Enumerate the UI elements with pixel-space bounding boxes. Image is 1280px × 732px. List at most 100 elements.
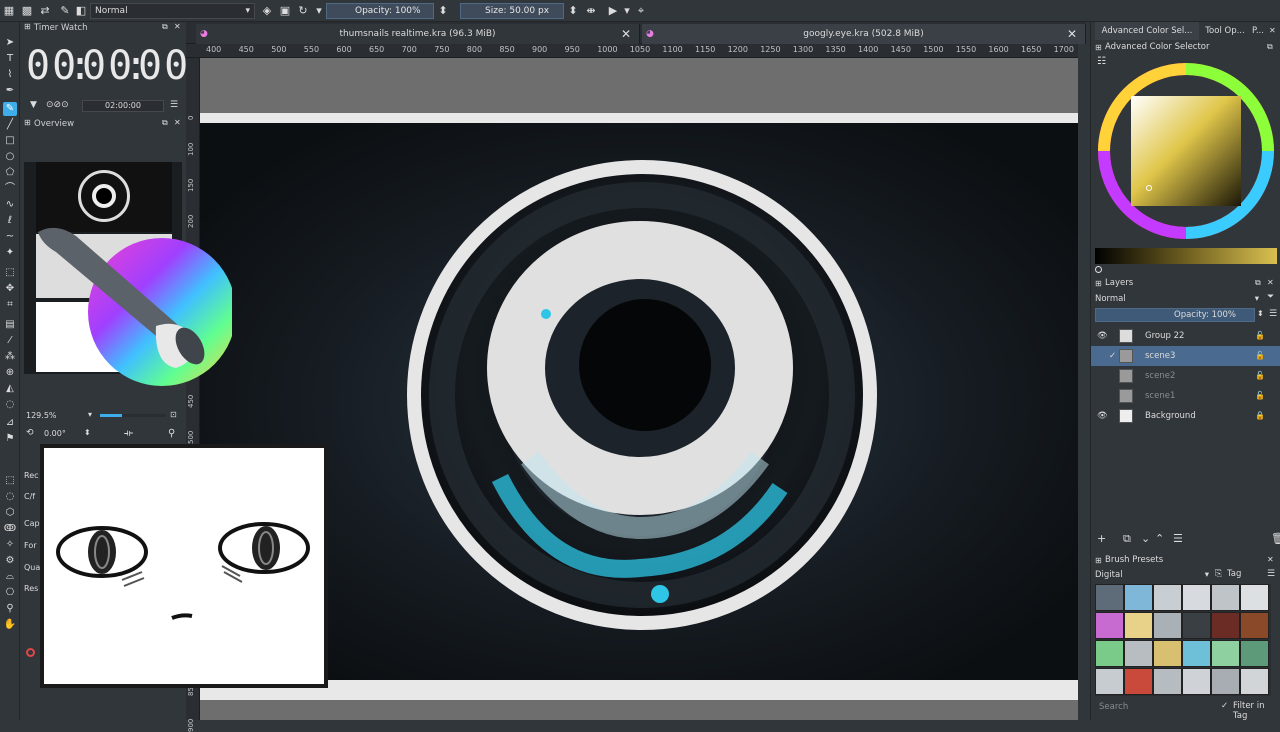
tab-more[interactable]: P... [1251,22,1265,40]
contiguous-select-icon[interactable]: ✧ [3,538,17,552]
swap-colors-icon[interactable]: ⇄ [38,4,52,18]
layer-blend-select[interactable]: Normal ▾ [1095,292,1261,306]
pin-icon[interactable]: ⚲ [168,428,175,439]
preserve-alpha-icon[interactable]: ◧ [74,4,88,18]
brush-preset[interactable] [1211,668,1240,695]
zoom-tool-icon[interactable]: ⚲ [3,602,17,616]
reference-window[interactable] [40,444,328,688]
rect-select-icon[interactable]: ⬚ [3,474,17,488]
assistant-tool-icon[interactable]: ⊕ [3,366,17,380]
crop-tool-icon[interactable]: ⌗ [3,298,17,312]
spinner-icon[interactable]: ⬍ [1257,309,1264,318]
brush-preset[interactable] [1182,640,1211,667]
freehand-select-icon[interactable]: ↂ [3,522,17,536]
close-icon[interactable]: ✕ [1267,278,1274,287]
spinner-icon[interactable]: ⬍ [566,4,580,18]
brush-preset[interactable] [1153,668,1182,695]
brush-preset[interactable] [1211,612,1240,639]
magnetic-select-icon[interactable]: ⎔ [3,586,17,600]
checker-icon[interactable]: ▣ [278,4,292,18]
check-icon[interactable]: ✓ [1109,346,1116,366]
similar-select-icon[interactable]: ⚙ [3,554,17,568]
ellipse-select-icon[interactable]: ◌ [3,490,17,504]
polygon-tool-icon[interactable]: ⬠ [3,166,17,180]
freehand-brush-icon[interactable]: ✎ [3,102,17,116]
move-up-icon[interactable]: ⌃ [1155,532,1164,546]
brush-preset[interactable] [1240,584,1269,611]
brush-preset[interactable] [1182,584,1211,611]
brush-preset[interactable] [1211,584,1240,611]
float-icon[interactable]: ⧉ [1255,278,1261,288]
layer-opacity-slider[interactable]: Opacity: 100% [1095,308,1255,322]
duplicate-layer-icon[interactable]: ⧉ [1123,532,1131,546]
gradient-tool-icon[interactable]: ▤ [3,318,17,332]
float-icon[interactable]: ⧉ [1267,42,1273,52]
brush-preset[interactable] [1153,640,1182,667]
close-icon[interactable]: ✕ [1269,26,1276,35]
brush-preset[interactable] [1124,584,1153,611]
zoom-slider[interactable] [100,414,166,417]
brush-preset[interactable] [1182,668,1211,695]
brush-preset[interactable] [1095,612,1124,639]
brush-preset[interactable] [1095,668,1124,695]
freehand-path-icon[interactable]: ℓ [3,214,17,228]
layer-row-scene3[interactable]: ✓ scene3 🔓 [1091,346,1280,366]
play-icon[interactable]: ▶ [606,4,620,18]
record-icon[interactable] [26,648,35,657]
brush-preset[interactable] [1240,640,1269,667]
brush-preset[interactable] [1240,668,1269,695]
brush-preset[interactable] [1124,640,1153,667]
color-picker-icon[interactable]: ⁄ [3,334,17,348]
smart-patch-icon[interactable]: ⁂ [3,350,17,364]
check-icon[interactable]: ✓ [1221,701,1228,711]
close-icon[interactable]: ✕ [1067,24,1077,44]
float-icon[interactable]: ⧉ [162,118,168,128]
tab-thumbnails[interactable]: ◕ thumsnails realtime.kra (96.3 MiB) ✕ [196,24,640,44]
play-icon[interactable]: ▼ [30,100,37,110]
add-layer-icon[interactable]: + [1097,532,1106,546]
color-wheel[interactable] [1095,60,1277,242]
close-icon[interactable]: ✕ [174,22,181,31]
lock-icon[interactable]: 🔓 [1255,386,1265,406]
move-tool-icon[interactable]: ✥ [3,282,17,296]
tab-googly-eye[interactable]: ◕ googly.eye.kra (502.8 MiB) ✕ [642,24,1086,44]
brush-preset[interactable] [1095,584,1124,611]
measure-tool-icon[interactable]: ⊿ [3,416,17,430]
chevron-down-icon[interactable]: ▾ [620,4,634,18]
bezier-tool-icon[interactable]: ∿ [3,198,17,212]
enclose-fill-icon[interactable]: ◌ [3,398,17,412]
dynamic-brush-icon[interactable]: ~ [3,230,17,244]
tab-tool-options[interactable]: Tool Op... [1201,22,1249,40]
brush-preset[interactable] [1240,612,1269,639]
close-icon[interactable]: ✕ [174,118,181,127]
eraser-icon[interactable]: ◈ [260,4,274,18]
color-history-bar[interactable] [1095,248,1277,264]
layer-menu-icon[interactable]: ☰ [1173,532,1183,546]
reload-icon[interactable]: ↻ [296,4,310,18]
tab-advanced-color-selector[interactable]: Advanced Color Sel... [1095,22,1199,40]
edit-shapes-icon[interactable]: ⌇ [3,68,17,82]
mirror-icon[interactable]: ⟛ [124,428,133,439]
wrap-around-icon[interactable]: ⌖ [634,4,648,18]
select-shapes-icon[interactable]: ➤ [3,36,17,50]
line-tool-icon[interactable]: ╱ [3,118,17,132]
menu-icon[interactable]: ☰ [1267,569,1275,579]
fill-tool-icon[interactable]: ◭ [3,382,17,396]
lock-icon[interactable]: 🔓 [1255,326,1265,346]
brush-preset[interactable] [1153,612,1182,639]
layer-row-scene1[interactable]: scene1 🔓 [1091,386,1280,406]
blend-mode-select[interactable]: Normal ▾ [90,3,255,19]
size-slider[interactable]: Size: 50.00 px [460,3,564,19]
text-tool-icon[interactable]: T [3,52,17,66]
brush-preset[interactable] [1182,612,1211,639]
close-icon[interactable]: ✕ [1267,555,1274,564]
rectangle-tool-icon[interactable]: □ [3,134,17,148]
bezier-select-icon[interactable]: ⌓ [3,570,17,584]
move-down-icon[interactable]: ⌄ [1141,532,1150,546]
layer-row-background[interactable]: 👁 Background 🔒 [1091,406,1280,426]
rotate-icon[interactable]: ⟲ [26,428,34,438]
brush-preset-icon[interactable]: ▦ [2,4,16,18]
opacity-slider[interactable]: Opacity: 100% [326,3,434,19]
brush-preset[interactable] [1211,640,1240,667]
fill-pattern-icon[interactable]: ▩ [20,4,34,18]
